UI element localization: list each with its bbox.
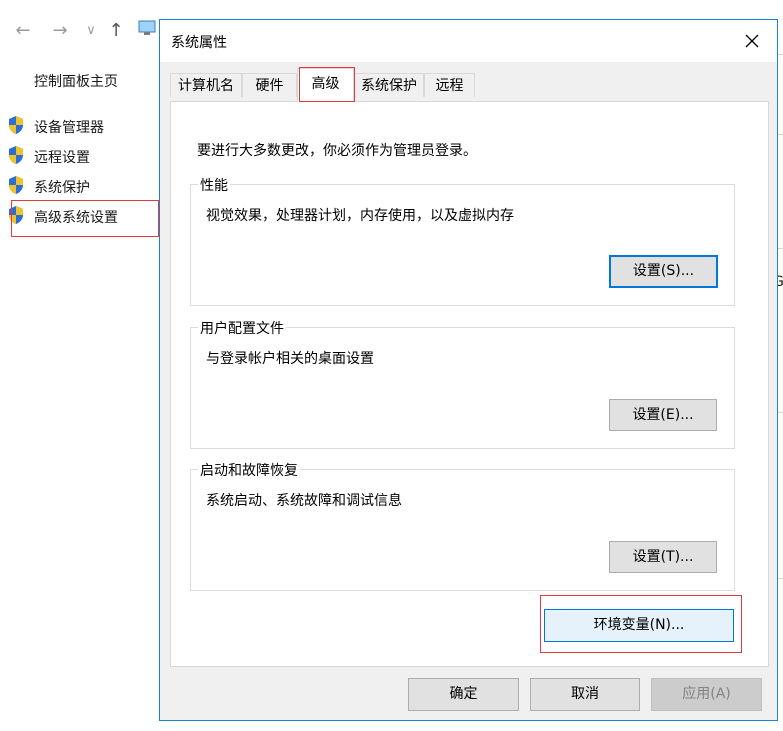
- highlight-advanced-settings: [11, 200, 159, 237]
- tab-label: 计算机名: [178, 78, 234, 94]
- group-description: 视觉效果，处理器计划，内存使用，以及虚拟内存: [206, 208, 514, 224]
- shield-icon: [9, 146, 23, 164]
- up-arrow-icon[interactable]: ↑: [106, 20, 126, 42]
- control-panel-home-link[interactable]: 控制面板主页: [34, 71, 118, 91]
- cancel-button[interactable]: 取消: [530, 678, 640, 711]
- tab-system-protection[interactable]: 系统保护: [354, 73, 424, 97]
- shield-icon: [9, 116, 23, 134]
- group-title: 性能: [198, 175, 230, 195]
- admin-notice: 要进行大多数更改，你必须作为管理员登录。: [197, 143, 477, 159]
- chevron-down-icon[interactable]: ∨: [84, 20, 98, 42]
- group-title: 启动和故障恢复: [198, 460, 300, 480]
- advanced-tab-panel: 要进行大多数更改，你必须作为管理员登录。 性能 视觉效果，处理器计划，内存使用，…: [170, 101, 769, 667]
- sidebar-item-device-manager[interactable]: 设备管理器: [34, 117, 104, 137]
- dialog-title: 系统属性: [171, 35, 227, 51]
- performance-settings-button[interactable]: 设置(S)...: [609, 255, 718, 288]
- title-bar[interactable]: 系统属性: [160, 20, 777, 62]
- user-profiles-settings-button[interactable]: 设置(E)...: [609, 399, 717, 431]
- tab-label: 硬件: [255, 78, 284, 94]
- startup-recovery-settings-button[interactable]: 设置(T)...: [609, 541, 717, 573]
- group-description: 系统启动、系统故障和调试信息: [206, 493, 402, 509]
- close-icon[interactable]: [741, 30, 763, 52]
- computer-icon: [138, 20, 156, 35]
- user-profiles-group: 用户配置文件 与登录帐户相关的桌面设置 设置(E)...: [190, 318, 735, 449]
- highlight-advanced-tab: [299, 67, 355, 102]
- tab-label: 系统保护: [361, 78, 417, 94]
- tab-remote[interactable]: 远程: [424, 73, 475, 97]
- performance-group: 性能 视觉效果，处理器计划，内存使用，以及虚拟内存 设置(S)...: [190, 175, 735, 306]
- back-arrow-icon[interactable]: ←: [12, 20, 34, 42]
- ok-button[interactable]: 确定: [408, 678, 519, 711]
- group-title: 用户配置文件: [198, 318, 286, 338]
- apply-button: 应用(A): [651, 678, 762, 711]
- tab-label: 远程: [435, 78, 464, 94]
- tab-computer-name[interactable]: 计算机名: [170, 73, 242, 97]
- system-properties-dialog: 系统属性 计算机名 硬件 高级 系统保护 远程 要进行大多数更改，你必须作为管理…: [159, 19, 778, 721]
- sidebar-item-remote-settings[interactable]: 远程设置: [34, 147, 90, 167]
- sidebar-item-system-protection[interactable]: 系统保护: [34, 177, 90, 197]
- startup-recovery-group: 启动和故障恢复 系统启动、系统故障和调试信息 设置(T)...: [190, 460, 735, 591]
- tab-hardware[interactable]: 硬件: [242, 73, 297, 97]
- shield-icon: [9, 176, 23, 194]
- highlight-env-button: [540, 595, 742, 653]
- group-description: 与登录帐户相关的桌面设置: [206, 351, 374, 367]
- forward-arrow-icon[interactable]: →: [49, 20, 71, 42]
